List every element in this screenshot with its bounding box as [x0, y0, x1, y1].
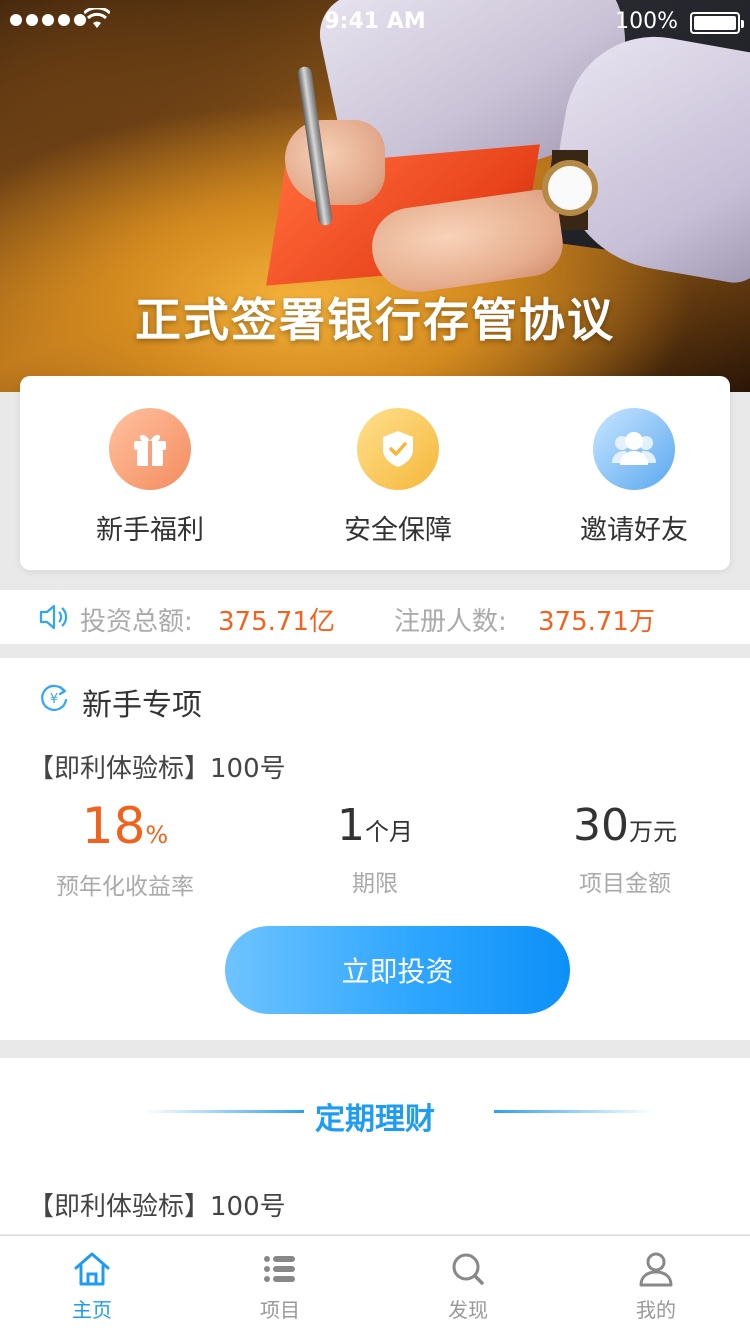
yuan-refresh-icon: ¥ [41, 684, 68, 711]
section-title: 定期理财 [315, 1102, 435, 1137]
fixed-term-section: 定期理财 【即利体验标】100号 [0, 1058, 750, 1234]
term-metric: 1个月 期限 [255, 798, 495, 898]
shield-icon [357, 408, 439, 490]
search-icon [452, 1253, 484, 1285]
term-unit: 个月 [365, 818, 413, 846]
product-name[interactable]: 【即利体验标】100号 [28, 748, 286, 785]
annual-rate-caption: 预年化收益率 [56, 874, 194, 900]
list-icon [264, 1256, 295, 1282]
tab-discover[interactable]: 发现 [418, 1250, 518, 1323]
total-investment-label: 投资总额: [80, 607, 193, 637]
term-value: 1 [337, 800, 365, 851]
annual-rate-metric: 18% 预年化收益率 [5, 798, 245, 901]
section-title: 新手专项 [82, 688, 202, 723]
battery-percent: 100% [615, 9, 678, 34]
user-icon [639, 1252, 673, 1287]
app-screen: 正式签署银行存管协议 9:41 AM 100% 新手福利 安全保障 邀请好友 投… [0, 0, 750, 1334]
tab-label: 发现 [448, 1298, 488, 1322]
invest-now-button[interactable]: 立即投资 [225, 926, 570, 1014]
banner-image-watch [542, 160, 598, 216]
tab-label: 项目 [260, 1298, 300, 1322]
amount-unit: 万元 [629, 818, 677, 846]
feature-card: 新手福利 安全保障 邀请好友 [20, 376, 730, 570]
tab-bar: 主页 项目 发现 我的 [0, 1235, 750, 1334]
feature-invite-friends[interactable]: 邀请好友 [554, 408, 714, 547]
annual-rate-value: 18 [81, 797, 146, 855]
battery-icon [690, 12, 744, 34]
total-investment-value: 375.71亿 [218, 607, 335, 637]
tab-label: 我的 [636, 1298, 676, 1322]
amount-value: 30 [573, 800, 629, 851]
feature-label: 邀请好友 [580, 515, 688, 546]
feature-label: 安全保障 [344, 515, 452, 546]
annual-rate-unit: % [145, 821, 169, 849]
newbie-section: ¥ 新手专项 【即利体验标】100号 18% 预年化收益率 1个月 期限 30万… [0, 658, 750, 1040]
feature-newbie-benefits[interactable]: 新手福利 [70, 408, 230, 547]
feature-label: 新手福利 [96, 515, 204, 546]
amount-caption: 项目金额 [579, 871, 671, 897]
speaker-icon [39, 604, 68, 630]
product-name[interactable]: 【即利体验标】100号 [28, 1186, 286, 1223]
stats-bar: 投资总额: 375.71亿 注册人数: 375.71万 [0, 590, 750, 644]
term-caption: 期限 [352, 871, 398, 897]
divider-line-right [494, 1110, 654, 1113]
banner-image-writing-hand [285, 120, 385, 205]
home-icon [74, 1252, 110, 1286]
tab-home[interactable]: 主页 [42, 1250, 142, 1323]
svg-text:¥: ¥ [50, 692, 58, 707]
tab-me[interactable]: 我的 [606, 1250, 706, 1323]
hero-banner[interactable]: 正式签署银行存管协议 [0, 0, 750, 392]
banner-title: 正式签署银行存管协议 [135, 293, 615, 347]
registered-users-value: 375.71万 [538, 607, 655, 637]
amount-metric: 30万元 项目金额 [505, 798, 745, 898]
tab-label: 主页 [72, 1298, 112, 1322]
status-bar: 9:41 AM 100% [0, 0, 750, 44]
gift-icon [109, 408, 191, 490]
tab-projects[interactable]: 项目 [230, 1250, 330, 1323]
registered-users-label: 注册人数: [394, 607, 507, 637]
feature-security[interactable]: 安全保障 [318, 408, 478, 547]
friends-icon [593, 408, 675, 490]
